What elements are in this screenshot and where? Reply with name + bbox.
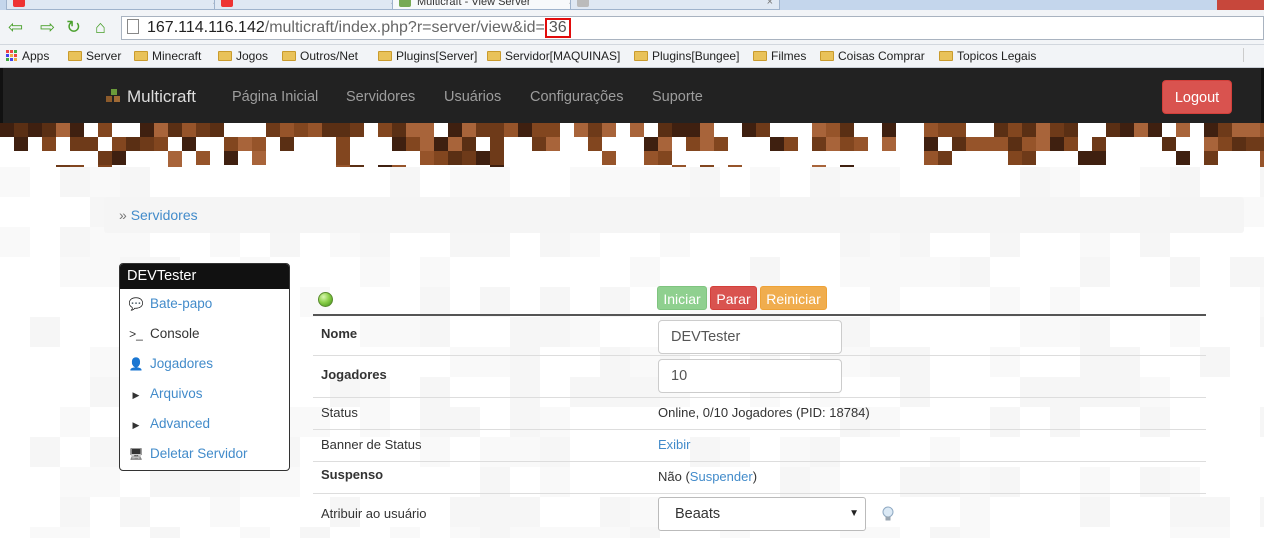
sidebar-item-advanced[interactable]: ▶ Advanced [128, 414, 211, 434]
table-row-players: Jogadores 10 [313, 355, 1206, 397]
maximize-window-button[interactable] [1191, 0, 1217, 10]
address-bar[interactable]: 167.114.116.142/multicraft/index.php?r=s… [121, 16, 1264, 40]
folder-icon [134, 51, 148, 61]
bookmark-folder[interactable]: Plugins[Bungee] [634, 48, 739, 64]
browser-tab-strip: × × Multicraft - View Server× × [0, 0, 1264, 10]
dropdown-caret-icon: ▼ [849, 508, 859, 519]
close-tab-icon[interactable]: × [767, 0, 773, 9]
bookmarks-bar: Apps Server Minecraft Jogos Outros/Net P… [0, 45, 1264, 68]
dirt-banner-graphic [0, 123, 1264, 167]
sidebar-item-players[interactable]: 👤 Jogadores [128, 354, 214, 374]
suspend-link[interactable]: Suspender [690, 469, 753, 484]
nav-home[interactable]: Página Inicial [232, 88, 318, 106]
logout-button[interactable]: Logout [1162, 80, 1232, 114]
favicon-icon [399, 0, 411, 7]
reload-icon[interactable]: ↻ [66, 18, 81, 36]
back-arrow-icon[interactable]: ⇦ [8, 18, 23, 36]
page-info-icon[interactable] [127, 19, 139, 34]
brand-link[interactable]: Multicraft [106, 87, 196, 107]
folder-icon [218, 51, 232, 61]
terminal-icon: >_ [129, 327, 143, 341]
browser-tab-active[interactable]: Multicraft - View Server× [392, 0, 582, 10]
multicraft-logo-icon [106, 89, 122, 103]
sidebar-item-delete-server[interactable]: 🖥 Deletar Servidor [128, 444, 247, 464]
folder-icon [820, 51, 834, 61]
table-row-status-banner: Banner de Status Exibir [313, 429, 1206, 461]
bookmark-folder[interactable]: Servidor[MAQUINAS] [487, 48, 620, 64]
home-icon[interactable]: ⌂ [95, 18, 106, 36]
breadcrumb: » Servidores [104, 197, 1244, 233]
lightbulb-hint-icon[interactable] [881, 506, 895, 522]
folder-icon [68, 51, 82, 61]
sidebar-item-chat[interactable]: 💬 Bate-papo [128, 294, 213, 314]
bookmarks-overflow-icon[interactable] [1243, 48, 1258, 62]
assign-user-select[interactable]: Beaats ▼ [658, 497, 866, 531]
browser-tab[interactable]: × [6, 0, 226, 10]
folder-icon [939, 51, 953, 61]
folder-icon [282, 51, 296, 61]
close-window-button[interactable] [1217, 0, 1264, 10]
suspended-value: Não (Suspender) [658, 469, 758, 484]
bookmark-apps[interactable]: Apps [6, 48, 49, 64]
bookmark-folder[interactable]: Minecraft [134, 48, 201, 64]
bookmark-folder[interactable]: Jogos [218, 48, 268, 64]
bookmark-folder[interactable]: Server [68, 48, 121, 64]
bookmark-folder[interactable]: Plugins[Server] [378, 48, 477, 64]
apps-grid-icon [6, 50, 18, 62]
show-banner-link[interactable]: Exibir [658, 437, 691, 452]
folder-icon [487, 51, 501, 61]
folder-icon [753, 51, 767, 61]
folder-icon [634, 51, 648, 61]
site-navbar: Multicraft Página Inicial Servidores Usu… [0, 68, 1264, 123]
start-button[interactable]: Iniciar [657, 286, 707, 310]
server-sidebar: DEVTester 💬 Bate-papo >_ Console 👤 Jogadore… [119, 263, 290, 471]
dirt-banner [0, 123, 1264, 167]
url-id-highlight: 36 [544, 18, 571, 38]
browser-toolbar: ⇦ ⇨ ↻ ⌂ 167.114.116.142/multicraft/index… [0, 10, 1264, 45]
monitor-delete-icon: 🖥 [128, 447, 144, 461]
chat-bubble-icon: 💬 [128, 297, 144, 311]
youtube-favicon-icon [13, 0, 25, 7]
bookmark-folder[interactable]: Filmes [753, 48, 806, 64]
restart-button[interactable]: Reiniciar [760, 286, 827, 310]
sidebar-item-console[interactable]: >_ Console [128, 324, 199, 344]
table-row-suspended: Suspenso Não (Suspender) [313, 461, 1206, 493]
user-icon: 👤 [128, 357, 144, 371]
breadcrumb-servers-link[interactable]: Servidores [131, 207, 198, 223]
browser-tab[interactable]: × [570, 0, 780, 10]
triangle-right-icon: ▶ [132, 390, 140, 400]
nav-servers[interactable]: Servidores [346, 88, 415, 106]
bookmark-folder[interactable]: Topicos Legais [939, 48, 1036, 64]
status-value: Online, 0/10 Jogadores (PID: 18784) [658, 405, 870, 420]
server-online-indicator-icon [318, 292, 333, 307]
table-row-name: Nome DEVTester [313, 314, 1206, 355]
favicon-icon [221, 0, 233, 7]
triangle-right-icon: ▶ [132, 420, 140, 430]
browser-tab[interactable]: × [214, 0, 404, 10]
folder-icon [378, 51, 392, 61]
name-input[interactable]: DEVTester [658, 320, 842, 354]
sidebar-title: DEVTester [120, 264, 289, 289]
forward-arrow-icon[interactable]: ⇨ [40, 18, 55, 36]
table-row-assign-user: Atribuir ao usuário Beaats ▼ [313, 493, 1206, 533]
nav-support[interactable]: Suporte [652, 88, 703, 106]
loading-favicon-icon [577, 0, 589, 7]
sidebar-item-files[interactable]: ▶ Arquivos [128, 384, 203, 404]
players-input[interactable]: 10 [658, 359, 842, 393]
nav-settings[interactable]: Configurações [530, 88, 624, 106]
bookmark-folder[interactable]: Coisas Comprar [820, 48, 925, 64]
bookmark-folder[interactable]: Outros/Net [282, 48, 358, 64]
stop-button[interactable]: Parar [710, 286, 757, 310]
nav-users[interactable]: Usuários [444, 88, 501, 106]
table-row-status: Status Online, 0/10 Jogadores (PID: 1878… [313, 397, 1206, 429]
